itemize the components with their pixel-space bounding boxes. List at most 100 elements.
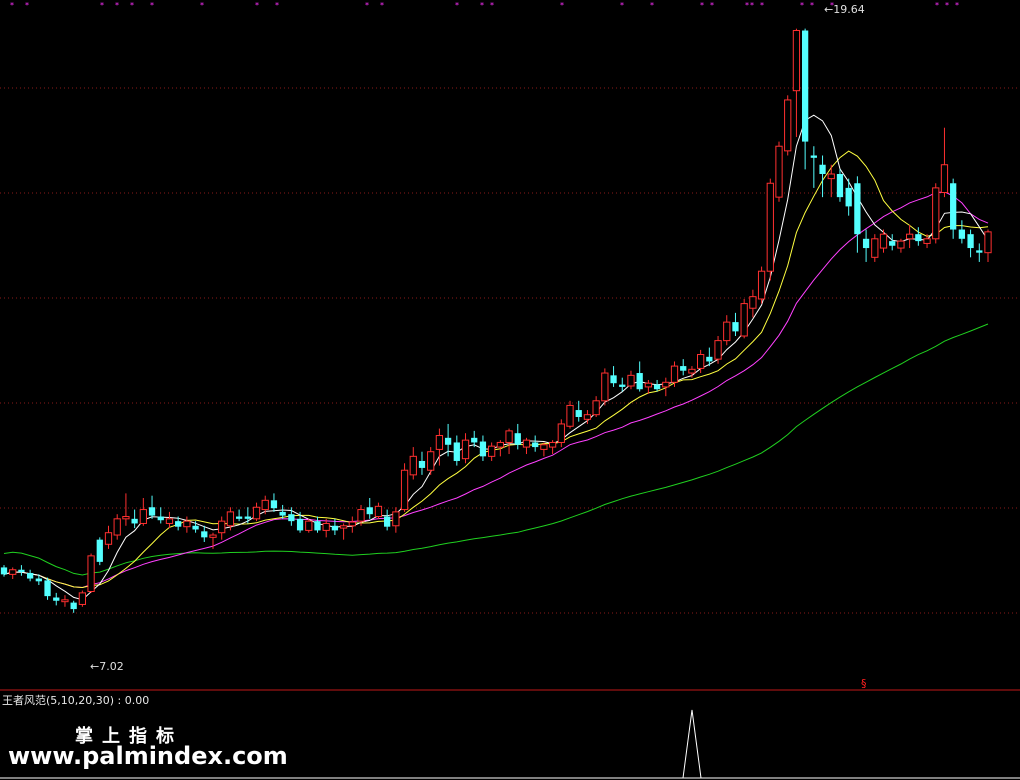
star-marker: * [130, 1, 134, 10]
watermark-url: www.palmindex.com [8, 742, 288, 770]
candle-body-down [331, 525, 339, 531]
candle-body-down [192, 525, 199, 530]
star-marker: * [560, 1, 564, 10]
candle-body-up [435, 435, 444, 450]
signal-marker: § [861, 677, 867, 690]
candle-body-up [252, 506, 261, 520]
candle-body-down [44, 580, 51, 597]
candle-body-down [35, 578, 42, 582]
star-marker: * [115, 1, 119, 10]
candle-body-up [348, 521, 356, 527]
candle-body-down [479, 441, 487, 457]
high-arrow-icon: ← [824, 3, 834, 16]
candle-body-up [827, 173, 835, 180]
candle-body-down [175, 521, 182, 527]
candle-body-down [619, 384, 626, 387]
candle-body-up [601, 372, 609, 402]
candle-body-up [583, 414, 592, 420]
candle-body-up [61, 599, 69, 603]
star-marker: * [935, 1, 939, 10]
candle-body-up [540, 444, 548, 450]
star-marker: * [620, 1, 624, 10]
candle-body-up [505, 430, 513, 443]
candle-body-up [932, 187, 940, 240]
candle-body-down [958, 229, 966, 239]
candle-body-up [87, 555, 95, 592]
candle-body-up [644, 382, 653, 388]
candle-body-up [871, 238, 879, 258]
star-marker: * [760, 1, 764, 10]
candle-body-up [592, 400, 600, 416]
candle-body-down [514, 433, 521, 445]
star-marker: * [25, 1, 29, 10]
candle-body-up [322, 522, 330, 531]
ma20-line [3, 191, 989, 589]
candle-body-up [662, 381, 670, 388]
candle-body-down [18, 569, 25, 573]
candle-body-down [366, 507, 373, 515]
candle-body-down [453, 442, 460, 461]
star-marker: * [365, 1, 369, 10]
candle-body-down [0, 567, 8, 575]
star-marker: * [710, 1, 714, 10]
candle-body-up [183, 520, 191, 528]
candle-body-down [653, 384, 661, 390]
chart-canvas: * * * * * * * * * * * * * * * * * * * * * * * * * * * * [0, 1, 1020, 779]
ma10-line [3, 150, 989, 589]
candle-body-down [418, 460, 426, 468]
star-marker: * [480, 1, 484, 10]
candle-body-up [339, 525, 348, 529]
candle-body-up [209, 534, 217, 538]
candle-body-up [984, 231, 992, 254]
star-marker: * [100, 1, 104, 10]
star-marker: * [650, 1, 654, 10]
candle-body-up [923, 238, 931, 244]
candle-body-up [226, 511, 235, 527]
candle-body-down [279, 511, 286, 516]
candle-body-up [757, 270, 766, 300]
low-price-value: 7.02 [99, 660, 124, 673]
candle-body-down [26, 572, 34, 579]
candle-body-down [296, 518, 304, 531]
candle-body-down [314, 521, 321, 531]
candle-body-down [845, 187, 852, 207]
candle-body-up [940, 164, 949, 194]
candle-body-down [131, 518, 138, 524]
indicator-label: 王者风范(5,10,20,30) : 0.00 [2, 694, 150, 707]
candle-body-down [636, 373, 643, 390]
candle-body-down [915, 234, 922, 242]
candle-body-up [566, 404, 574, 427]
candle-body-down [836, 174, 844, 198]
candle-body-up [261, 499, 269, 511]
star-marker: * [275, 1, 279, 10]
chart-window: * * * * * * * * * * * * * * * * * * * * * * * * * * * * ←19.64 ←7.0… [0, 0, 1020, 780]
candle-body-up [714, 340, 722, 360]
star-marker: * [455, 1, 459, 10]
candle-body-down [70, 602, 77, 610]
candle-body-up [427, 451, 435, 471]
candle-body-up [104, 532, 113, 545]
candle-body-down [976, 250, 983, 253]
candle-body-up [113, 518, 121, 536]
star-marker: * [700, 1, 704, 10]
candle-body-up [122, 516, 130, 520]
candle-body-up [740, 303, 748, 337]
candle-body-up [305, 520, 313, 531]
candle-body-up [522, 439, 531, 448]
star-marker: * [745, 1, 749, 10]
candle-body-up [409, 455, 417, 476]
candle-body-up [557, 423, 565, 443]
candle-body-up [461, 439, 470, 460]
candle-body-down [575, 410, 582, 417]
candle-body-down [288, 514, 295, 522]
candle-body-down [801, 30, 809, 142]
candle-body-down [384, 516, 391, 527]
candle-body-up [897, 240, 905, 249]
star-marker: * [810, 1, 814, 10]
star-marker: * [380, 1, 384, 10]
high-price-value: 19.64 [833, 3, 865, 16]
candle-body-up [775, 145, 783, 198]
candle-body-up [688, 368, 696, 374]
candle-body-down [96, 539, 103, 562]
candle-body-down [950, 183, 957, 230]
